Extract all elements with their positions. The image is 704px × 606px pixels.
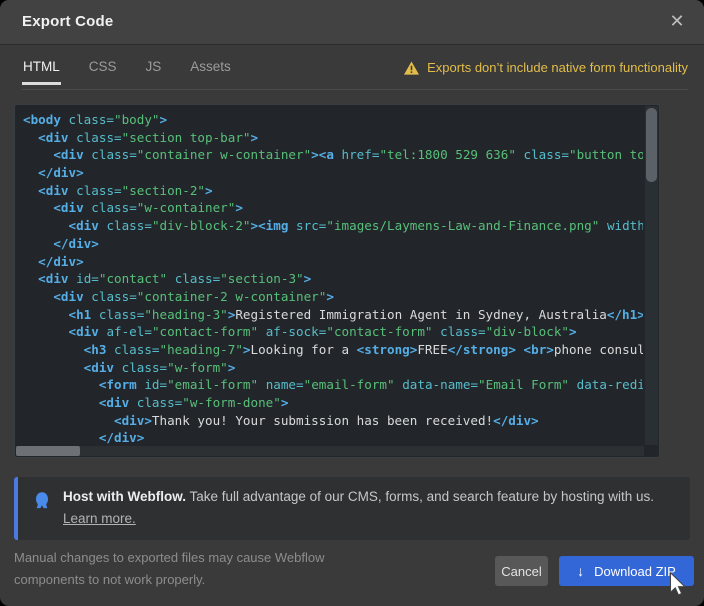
tab-html[interactable]: HTML [22,56,61,85]
banner-text: Host with Webflow. Take full advantage o… [63,486,654,530]
tab-css[interactable]: CSS [88,56,118,85]
form-warning: Exports don’t include native form functi… [404,60,688,75]
code-lines: <body class="body"> <div class="section … [23,111,643,445]
vertical-scrollbar-thumb[interactable] [646,108,657,182]
tab-js[interactable]: JS [145,56,163,85]
footer-note-line1: Manual changes to exported files may cau… [14,547,324,569]
webflow-logo-icon [32,490,52,512]
download-button-label: Download ZIP [594,564,676,579]
banner-body: Take full advantage of our CMS, forms, a… [186,489,654,504]
tab-assets[interactable]: Assets [189,56,232,85]
footer-note: Manual changes to exported files may cau… [14,547,324,591]
warning-text: Exports don’t include native form functi… [427,60,688,75]
banner-title: Host with Webflow. [63,489,186,504]
download-zip-button[interactable]: ↓ Download ZIP [559,556,694,586]
host-with-webflow-banner: Host with Webflow. Take full advantage o… [14,477,690,540]
cancel-button-label: Cancel [501,564,541,579]
close-icon[interactable]: ✕ [666,10,688,32]
warning-triangle-icon [404,61,419,75]
cancel-button[interactable]: Cancel [495,556,548,586]
footer-note-line2: components to not work properly. [14,569,324,591]
export-code-dialog: Export Code ✕ HTML CSS JS Assets Exports… [0,0,704,606]
vertical-scrollbar[interactable] [645,106,658,445]
horizontal-scrollbar-thumb[interactable] [16,446,80,456]
download-arrow-icon: ↓ [577,564,584,578]
dialog-titlebar: Export Code ✕ [0,0,704,45]
code-editor[interactable]: <body class="body"> <div class="section … [14,104,660,458]
dialog-title: Export Code [22,13,113,30]
horizontal-scrollbar[interactable] [16,446,644,456]
learn-more-link[interactable]: Learn more. [63,511,136,526]
